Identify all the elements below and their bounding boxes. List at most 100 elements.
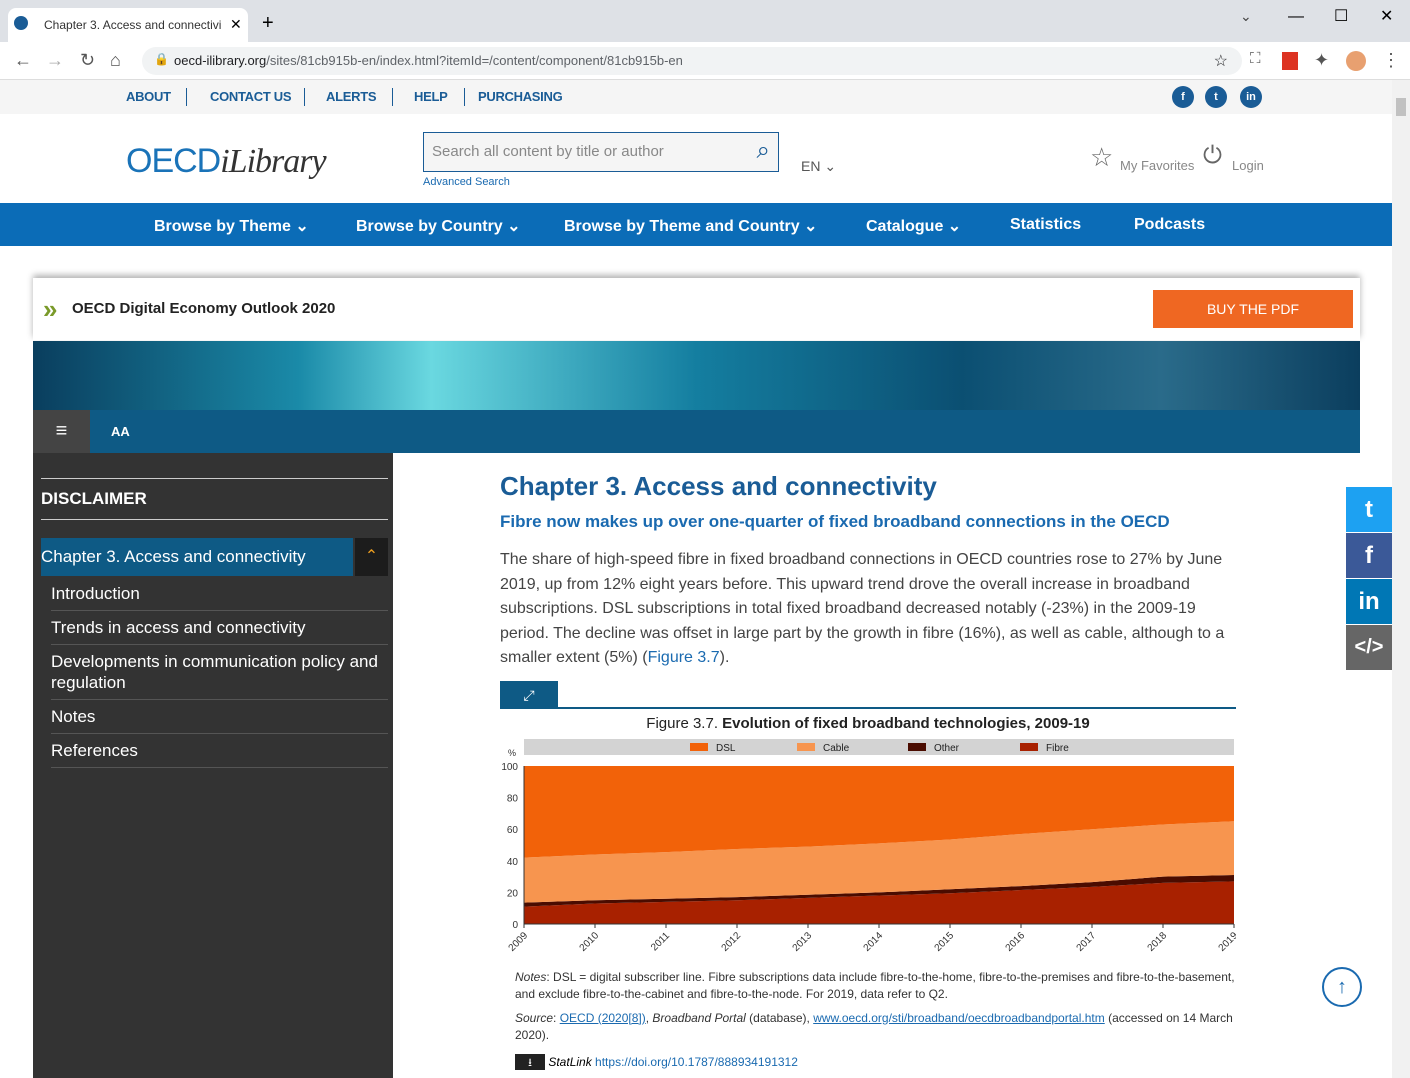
font-size-toggle[interactable]: AA [111,424,130,439]
maximize-icon[interactable]: ☐ [1334,6,1348,26]
legend-label: Cable [823,743,850,754]
twitter-share-icon[interactable]: t [1346,487,1392,532]
source-db: Broadband Portal [652,1010,746,1025]
x-tick-label: 2009 [507,930,531,954]
favorites-star-icon[interactable]: ☆ [1090,142,1113,173]
search-icon[interactable]: ⌕ [757,137,770,165]
avatar[interactable] [1346,51,1366,71]
help-link[interactable]: HELP [414,89,448,104]
source-link[interactable]: OECD (2020[8]) [560,1011,646,1025]
section-subtitle: Fibre now makes up over one-quarter of f… [500,512,1170,531]
statlink: ⭳ StatLink https://doi.org/10.1787/88893… [515,1053,1236,1070]
utility-links: ABOUT CONTACT US ALERTS HELP PURCHASING … [0,80,1392,114]
reader-toolbar: ≡ AA [33,410,1360,453]
lock-icon: 🔒 [154,52,169,66]
source-label: Source [515,1010,554,1025]
nav-label: Browse by Theme and Country [564,218,800,235]
extensions-icon[interactable]: ✦ [1314,50,1329,71]
sidebar-item-references[interactable]: References [51,734,388,768]
home-icon[interactable]: ⌂ [110,50,121,71]
facebook-icon[interactable]: f [1172,86,1194,108]
figure-source: Source: OECD (2020[8]), Broadband Portal… [515,1010,1233,1042]
hamburger-menu-icon[interactable]: ≡ [33,410,90,453]
back-to-top-icon[interactable]: ↑ [1322,967,1362,1007]
reload-icon[interactable]: ↻ [80,50,95,71]
nav-statistics[interactable]: Statistics [1010,216,1081,234]
favorites-link[interactable]: My Favorites [1120,158,1194,173]
legend-label: DSL [716,743,736,754]
close-tab-icon[interactable]: ✕ [230,16,242,33]
nav-catalogue[interactable]: Catalogue ⌄ [866,216,961,236]
tab-search-icon[interactable]: ⌄ [1240,8,1252,25]
url-path: /sites/81cb915b-en/index.html?itemId=/co… [266,53,683,68]
new-tab-icon[interactable]: + [262,12,274,35]
nav-label: Browse by Country [356,218,503,235]
sidebar-item-trends[interactable]: Trends in access and connectivity [51,611,388,645]
y-tick-label: 40 [507,856,519,867]
minimize-icon[interactable]: — [1288,8,1304,26]
portal-link[interactable]: www.oecd.org/sti/broadband/oecdbroadband… [813,1011,1105,1025]
embed-icon[interactable]: </> [1346,625,1392,670]
banner-image [33,341,1360,410]
legend-background [524,738,1234,755]
sidebar-item-developments[interactable]: Developments in communication policy and… [51,645,388,700]
about-link[interactable]: ABOUT [126,89,171,104]
screenshot-icon[interactable]: ⛶ [1250,50,1261,67]
y-axis-unit: % [508,748,516,758]
expand-icon[interactable]: ⤢ [500,680,558,709]
oecd-ilibrary-logo[interactable]: OECDiLibrary [126,142,327,181]
bookmark-star-icon[interactable]: ☆ [1214,51,1228,71]
search-placeholder: Search all content by title or author [432,143,664,160]
back-icon[interactable]: ← [14,50,32,71]
contact-link[interactable]: CONTACT US [210,89,292,104]
nav-podcasts[interactable]: Podcasts [1134,216,1205,234]
main-nav: Browse by Theme ⌄ Browse by Country ⌄ Br… [0,203,1392,246]
figure-link[interactable]: Figure 3.7 [648,649,720,666]
sidebar-item-notes[interactable]: Notes [51,700,388,734]
figure-toolbar: ⤢ [500,680,1236,709]
address-bar: ← → ↻ ⌂ 🔒 oecd-ilibrary.org/sites/81cb915… [0,42,1410,80]
broadband-chart: DSL Cable Other Fibre% 0 20 40 60 80 100 2009 2010 2… [501,738,1240,954]
collapse-chevron-icon[interactable]: ⌃ [355,538,388,576]
alerts-link[interactable]: ALERTS [326,89,377,104]
purchasing-link[interactable]: PURCHASING [478,89,563,104]
language-select[interactable]: EN ⌄ [801,158,836,175]
search-input[interactable]: Search all content by title or author ⌕ [423,132,779,172]
url-field[interactable]: 🔒 oecd-ilibrary.org/sites/81cb915b-en/ind… [142,47,1242,75]
linkedin-share-icon[interactable]: in [1346,579,1392,624]
nav-browse-theme-country[interactable]: Browse by Theme and Country ⌄ [564,216,817,236]
scrollbar[interactable] [1392,80,1410,1078]
browser-tab[interactable]: Chapter 3. Access and connectivi [8,8,248,42]
page-title: Chapter 3. Access and connectivity [500,471,937,501]
close-window-icon[interactable]: ✕ [1380,6,1393,26]
nav-browse-theme[interactable]: Browse by Theme ⌄ [154,216,309,236]
x-tick-label: 2010 [578,930,602,954]
legend-label: Other [934,743,960,754]
body-paragraph: The share of high-speed fibre in fixed b… [500,548,1236,671]
download-icon[interactable]: ⭳ [515,1053,545,1070]
source-sep2: (database), [745,1010,814,1025]
login-link[interactable]: Login [1232,158,1264,173]
facebook-share-icon[interactable]: f [1346,533,1392,578]
y-tick-label: 60 [507,825,519,836]
x-tick-label: 2017 [1075,930,1099,954]
y-tick-label: 20 [507,888,519,899]
notes-text: : DSL = digital subscriber line. Fibre s… [515,969,1235,1001]
sidebar-item-introduction[interactable]: Introduction [51,577,388,611]
divider [392,88,393,106]
power-icon[interactable]: ⏻ [1203,142,1222,170]
sidebar-item-chapter[interactable]: Chapter 3. Access and connectivity [41,538,353,576]
menu-icon[interactable]: ⋮ [1382,50,1400,71]
logo-italic: iLibrary [220,143,326,180]
buy-pdf-button[interactable]: BUY THE PDF [1153,290,1353,328]
legend-label: Fibre [1046,743,1069,754]
nav-browse-country[interactable]: Browse by Country ⌄ [356,216,521,236]
advanced-search-link[interactable]: Advanced Search [423,176,510,188]
scrollbar-thumb[interactable] [1396,98,1406,116]
forward-icon[interactable]: → [46,50,64,71]
linkedin-icon[interactable]: in [1240,86,1262,108]
sidebar-item-disclaimer[interactable]: DISCLAIMER [41,478,388,520]
pdf-extension-icon[interactable] [1282,52,1298,70]
twitter-icon[interactable]: t [1205,86,1227,108]
statlink-url[interactable]: https://doi.org/10.1787/888934191312 [595,1055,798,1069]
